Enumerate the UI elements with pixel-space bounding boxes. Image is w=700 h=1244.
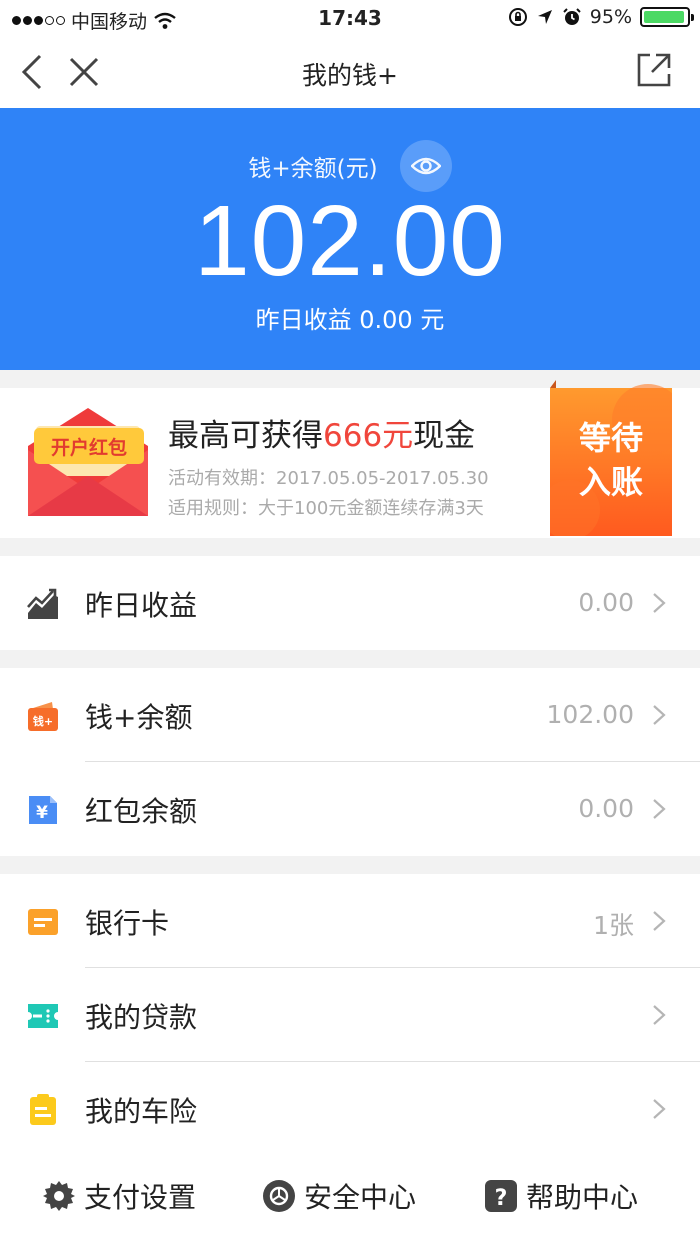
promo-headline-post: 现金	[413, 418, 476, 454]
pay-settings-label: 支付设置	[84, 1181, 197, 1214]
chevron-right-icon	[653, 799, 666, 819]
footer-toolbar: 支付设置 安全中心 ? 帮助中心	[0, 1156, 700, 1244]
row-label: 钱+余额	[85, 701, 193, 734]
row-label: 银行卡	[85, 907, 170, 940]
balance-amount: 102.00	[194, 185, 506, 297]
balance-header: 钱+余额(元) 102.00 昨日收益 0.00 元	[0, 108, 700, 370]
help-center-label: 帮助中心	[526, 1181, 639, 1214]
loan-ticket-icon	[28, 1004, 58, 1028]
promo-period: 活动有效期：2017.05.05-2017.05.30	[168, 468, 489, 489]
promo-headline: 最高可获得666元现金	[168, 410, 475, 455]
promo-headline-pre: 最高可获得	[168, 418, 323, 454]
chevron-right-icon	[653, 593, 666, 613]
share-icon[interactable]	[636, 52, 672, 88]
insurance-doc-icon	[30, 1094, 56, 1125]
chevron-right-icon	[653, 1005, 666, 1025]
promo-headline-amount: 666元	[323, 418, 414, 454]
location-icon	[537, 10, 552, 24]
wallet-icon: 钱+	[28, 702, 58, 731]
gear-icon	[43, 1181, 75, 1211]
promo-rule: 适用规则：大于100元金额连续存满3天	[168, 498, 484, 519]
battery-level-fill	[644, 11, 684, 23]
security-center-label: 安全中心	[304, 1181, 417, 1214]
chevron-right-icon	[653, 1099, 666, 1119]
row-value: 0.00	[578, 588, 634, 617]
battery-percent: 95%	[589, 6, 632, 28]
row-label: 我的贷款	[85, 1001, 198, 1034]
chevron-right-icon	[653, 705, 666, 725]
earnings-section: 昨日收益 0.00	[0, 556, 700, 650]
page-title: 我的钱+	[302, 61, 398, 90]
yuan-icon: ¥	[29, 796, 57, 824]
svg-text:钱+: 钱+	[33, 714, 53, 728]
status-bar: 中国移动 17:43 95%	[0, 0, 700, 36]
badge-line2: 入账	[578, 463, 643, 501]
list-item-bank-card[interactable]: 银行卡 1张	[0, 874, 700, 968]
chevron-right-icon	[653, 911, 666, 931]
accounts-section: 银行卡 1张 我的贷款 我的车险	[0, 874, 700, 1156]
envelope-text: 开户红包	[51, 436, 127, 459]
trend-chart-icon	[27, 588, 58, 619]
list-item-yesterday-earnings[interactable]: 昨日收益 0.00	[0, 556, 700, 650]
svg-text:?: ?	[495, 1186, 508, 1211]
row-value: 102.00	[546, 700, 634, 729]
question-icon: ?	[485, 1180, 517, 1212]
list-item-wallet-balance[interactable]: 钱+ 钱+余额 102.00	[0, 668, 700, 762]
promo-banner[interactable]: 开户红包 最高可获得666元现金 活动有效期：2017.05.05-2017.0…	[0, 380, 700, 538]
help-center-button[interactable]: ? 帮助中心	[484, 1176, 638, 1216]
red-envelope-icon: 开户红包	[28, 408, 148, 516]
balance-label: 钱+余额(元)	[248, 156, 378, 182]
row-value: 0.00	[578, 794, 634, 823]
battery-icon	[640, 7, 694, 27]
balance-section: 钱+ 钱+余额 102.00 ¥ 红包余额 0.00	[0, 668, 700, 856]
alarm-icon	[563, 8, 581, 25]
list-item-car-insurance[interactable]: 我的车险	[0, 1062, 700, 1156]
row-value: 1张	[593, 911, 634, 940]
svg-text:¥: ¥	[36, 803, 48, 823]
row-label: 红包余额	[85, 795, 198, 828]
shield-lens-icon	[263, 1180, 295, 1212]
list-item-my-loans[interactable]: 我的贷款	[0, 968, 700, 1062]
bank-card-icon	[28, 909, 58, 935]
nav-bar: 我的钱+	[0, 36, 700, 108]
eye-icon	[410, 157, 441, 175]
red-envelope-image: 开户红包	[26, 406, 150, 520]
pay-settings-button[interactable]: 支付设置	[42, 1176, 196, 1216]
badge-text: 等待 入账	[550, 416, 672, 504]
pending-credit-badge: 等待 入账	[550, 380, 672, 536]
row-label: 我的车险	[85, 1095, 198, 1128]
list-item-red-packet-balance[interactable]: ¥ 红包余额 0.00	[0, 762, 700, 856]
security-center-button[interactable]: 安全中心	[262, 1176, 416, 1216]
yesterday-earnings-text: 昨日收益 0.00 元	[255, 306, 445, 334]
rotation-lock-icon	[508, 8, 527, 26]
status-right: 95%	[508, 6, 694, 28]
row-label: 昨日收益	[85, 589, 198, 622]
badge-line1: 等待	[578, 419, 643, 457]
